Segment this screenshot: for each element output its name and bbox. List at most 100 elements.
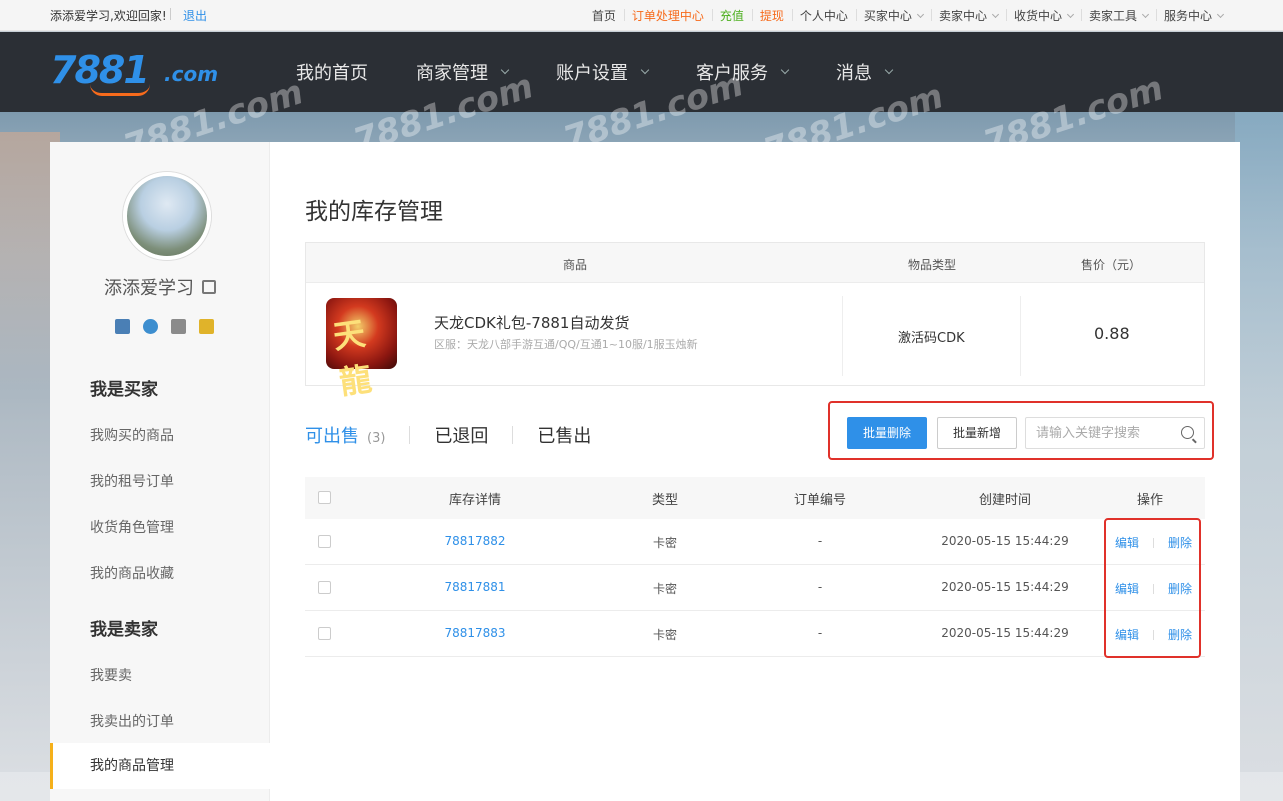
stock-id-link[interactable]: 78817883: [425, 626, 525, 640]
col-header-order: 订单编号: [793, 493, 846, 508]
highlight-box-actions: [1104, 518, 1201, 658]
divider: [409, 426, 411, 444]
row-type: 卡密: [652, 582, 677, 596]
stock-id-link[interactable]: 78817882: [425, 534, 525, 548]
chevron-down-icon: [991, 10, 999, 18]
sidebar-item-purchased-goods[interactable]: 我购买的商品: [90, 425, 174, 445]
nav-messages[interactable]: 消息: [836, 59, 894, 85]
phone-icon: [115, 319, 130, 334]
table-row: 78817882 卡密 - 2020-05-15 15:44:29 编辑 删除: [305, 519, 1205, 565]
username-text: 添添爱学习: [104, 278, 194, 299]
inventory-tabs: 可出售 (3) 已退回 已售出: [305, 422, 591, 448]
top-link-service-center[interactable]: 服务中心: [1155, 7, 1231, 24]
row-created: 2020-05-15 15:44:29: [941, 580, 1069, 594]
inventory-table: 库存详情 类型 订单编号 创建时间 操作 78817882 卡密 - 2020-…: [305, 477, 1205, 657]
divider: [512, 426, 514, 444]
goods-region: 区服：天龙八部手游互通/QQ/互通1~10服/1服玉烛新: [434, 338, 698, 351]
site-logo[interactable]: 7881 .com: [50, 46, 225, 98]
sidebar-item-rental-orders[interactable]: 我的租号订单: [90, 471, 174, 491]
sidebar-item-receiving-roles[interactable]: 收货角色管理: [90, 517, 174, 537]
top-link-recharge[interactable]: 充值: [711, 7, 752, 24]
main-panel: 我的库存管理 商品 物品类型 售价（元） 天龍 天龙CDK礼包-7881自动发货…: [270, 142, 1240, 801]
goods-header-type: 物品类型: [908, 258, 957, 272]
batch-add-button[interactable]: 批量新增: [937, 417, 1017, 449]
banner-character-right: [1235, 112, 1283, 772]
col-header-actions: 操作: [1136, 493, 1163, 508]
divider: [842, 296, 843, 376]
row-checkbox[interactable]: [318, 535, 331, 548]
top-link-withdraw[interactable]: 提现: [751, 7, 792, 24]
table-header: 库存详情 类型 订单编号 创建时间 操作: [305, 477, 1205, 519]
chevron-down-icon: [884, 65, 894, 74]
goods-header-product: 商品: [563, 258, 588, 272]
chevron-down-icon: [640, 65, 650, 74]
row-checkbox[interactable]: [318, 581, 331, 594]
row-order: -: [817, 580, 823, 594]
verification-badges: [115, 319, 227, 334]
buyer-section-title: 我是买家: [90, 380, 158, 400]
chevron-down-icon: [780, 65, 790, 74]
identity-icon: [143, 319, 158, 334]
table-row: 78817881 卡密 - 2020-05-15 15:44:29 编辑 删除: [305, 565, 1205, 611]
top-link-receiving-center[interactable]: 收货中心: [1005, 7, 1081, 24]
page-title: 我的库存管理: [305, 199, 443, 225]
goods-header-price: 售价（元）: [1081, 258, 1142, 272]
sidebar-item-favorites[interactable]: 我的商品收藏: [90, 563, 174, 583]
col-header-detail: 库存详情: [448, 493, 501, 508]
stock-id-link[interactable]: 78817881: [425, 580, 525, 594]
sidebar: 添添爱学习 我是买家 我购买的商品 我的租号订单 收货角色管理 我的商品收藏 我…: [50, 142, 270, 801]
row-created: 2020-05-15 15:44:29: [941, 626, 1069, 640]
table-row: 78817883 卡密 - 2020-05-15 15:44:29 编辑 删除: [305, 611, 1205, 657]
col-header-created: 创建时间: [978, 493, 1031, 508]
top-link-seller-center[interactable]: 卖家中心: [930, 7, 1006, 24]
chevron-down-icon: [916, 10, 924, 18]
chevron-down-icon: [1216, 10, 1225, 18]
goods-price: 0.88: [1094, 324, 1130, 343]
main-nav: 我的首页 商家管理 账户设置 客户服务 消息: [296, 32, 940, 112]
row-order: -: [817, 534, 823, 548]
row-type: 卡密: [652, 536, 677, 550]
username: 添添爱学习: [50, 274, 270, 300]
seller-section-title: 我是卖家: [90, 620, 158, 640]
select-all-checkbox[interactable]: [318, 491, 331, 504]
goods-header: 商品 物品类型 售价（元）: [306, 243, 1204, 283]
nav-my-home[interactable]: 我的首页: [296, 59, 368, 85]
search-icon[interactable]: [1181, 426, 1194, 439]
top-link-buyer-center[interactable]: 买家中心: [855, 7, 931, 24]
goods-type: 激活码CDK: [898, 331, 965, 346]
logo-domain: .com: [164, 62, 219, 86]
search-input[interactable]: [1036, 418, 1176, 448]
avatar[interactable]: [123, 172, 211, 260]
top-nav: 首页 订单处理中心 充值 提现 个人中心 买家中心 卖家中心 收货中心 卖家工具…: [584, 0, 1231, 31]
tab-for-sale[interactable]: 可出售 (3): [305, 422, 385, 448]
top-link-personal-center[interactable]: 个人中心: [791, 7, 856, 24]
goods-name: 天龙CDK礼包-7881自动发货: [434, 314, 630, 332]
row-checkbox[interactable]: [318, 627, 331, 640]
chevron-down-icon: [1141, 10, 1150, 18]
logo-smile-icon: [90, 84, 150, 96]
lock-icon: [199, 319, 214, 334]
goods-thumbnail-text: 天龍: [330, 314, 375, 402]
welcome-text: 添添爱学习,欢迎回家!: [50, 9, 167, 23]
row-order: -: [817, 626, 823, 640]
nav-account-settings[interactable]: 账户设置: [556, 59, 650, 85]
divider: [1020, 296, 1021, 376]
row-created: 2020-05-15 15:44:29: [941, 534, 1069, 548]
logout-link[interactable]: 退出: [183, 7, 207, 24]
search-box: [1025, 417, 1205, 449]
row-type: 卡密: [652, 628, 677, 642]
tab-sold[interactable]: 已售出: [537, 422, 591, 448]
goods-thumbnail: 天龍: [326, 298, 397, 402]
top-link-seller-tools[interactable]: 卖家工具: [1080, 7, 1156, 24]
top-bar: 添添爱学习,欢迎回家! 退出 首页 订单处理中心 充值 提现 个人中心 买家中心…: [0, 0, 1283, 31]
goods-card: 商品 物品类型 售价（元） 天龍 天龙CDK礼包-7881自动发货 区服：天龙八…: [305, 242, 1205, 402]
top-link-home[interactable]: 首页: [584, 7, 624, 24]
top-link-order-center[interactable]: 订单处理中心: [623, 7, 712, 24]
tab-returned[interactable]: 已退回: [434, 422, 488, 448]
sidebar-item-sold-orders[interactable]: 我卖出的订单: [90, 711, 174, 731]
divider: [170, 8, 171, 20]
edit-icon[interactable]: [202, 280, 216, 294]
batch-delete-button[interactable]: 批量删除: [847, 417, 927, 449]
sidebar-item-goods-management[interactable]: 我的商品管理: [50, 743, 270, 789]
sidebar-item-sell[interactable]: 我要卖: [90, 665, 132, 685]
